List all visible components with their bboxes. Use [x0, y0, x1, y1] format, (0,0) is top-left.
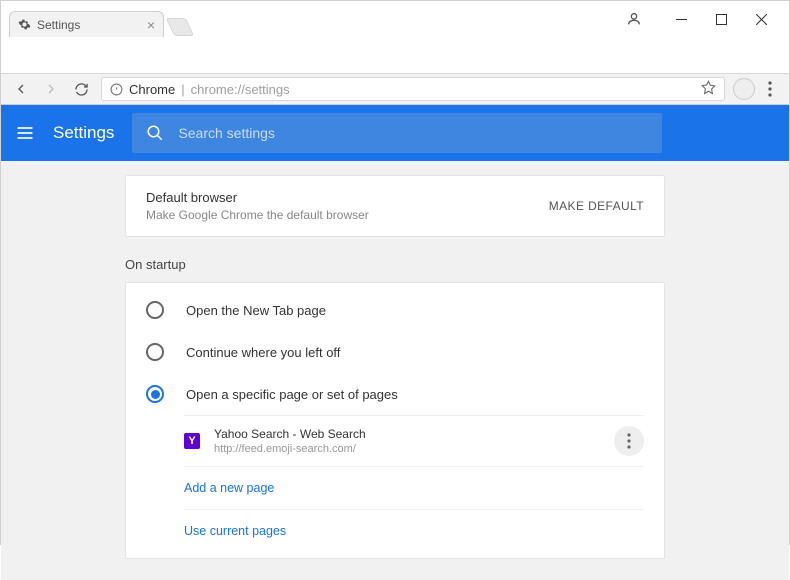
make-default-button[interactable]: MAKE DEFAULT [549, 199, 644, 213]
add-new-page-link[interactable]: Add a new page [184, 467, 644, 510]
gear-icon [18, 18, 31, 31]
radio-selected-icon [146, 385, 164, 403]
startup-option-specific[interactable]: Open a specific page or set of pages [126, 373, 664, 415]
tab-close-icon[interactable]: × [147, 17, 155, 33]
startup-option-newtab[interactable]: Open the New Tab page [126, 289, 664, 331]
settings-content[interactable]: Default browser Make Google Chrome the d… [1, 161, 789, 580]
hamburger-menu-icon[interactable] [15, 123, 35, 143]
tab-title: Settings [37, 18, 80, 32]
back-button[interactable] [7, 75, 35, 103]
startup-page-title: Yahoo Search - Web Search [214, 427, 366, 441]
settings-search-box[interactable] [132, 113, 662, 153]
minimize-button[interactable] [661, 5, 701, 33]
on-startup-card: Open the New Tab page Continue where you… [125, 282, 665, 559]
profile-avatar-button[interactable] [733, 78, 755, 100]
radio-unselected-icon [146, 301, 164, 319]
tab-strip: Settings × [9, 11, 190, 37]
option-label: Open the New Tab page [186, 303, 326, 318]
address-bar[interactable]: Chrome | chrome://settings [101, 77, 725, 101]
toolbar: Chrome | chrome://settings [1, 73, 789, 105]
startup-page-row: Yahoo Search - Web Search http://feed.em… [184, 415, 644, 467]
bookmark-star-icon[interactable] [701, 80, 716, 98]
browser-menu-button[interactable] [757, 81, 783, 97]
default-browser-subtitle: Make Google Chrome the default browser [146, 208, 369, 222]
page-more-button[interactable] [614, 426, 644, 456]
settings-header: Settings [1, 105, 789, 161]
reload-button[interactable] [67, 75, 95, 103]
page-title: Settings [53, 123, 114, 143]
new-tab-button[interactable] [166, 18, 194, 36]
use-current-pages-link[interactable]: Use current pages [184, 510, 644, 552]
address-host: Chrome [129, 82, 175, 97]
maximize-button[interactable] [701, 5, 741, 33]
yahoo-favicon-icon [184, 433, 200, 449]
startup-page-url: http://feed.emoji-search.com/ [214, 443, 366, 455]
default-browser-card: Default browser Make Google Chrome the d… [125, 175, 665, 237]
on-startup-label: On startup [125, 257, 665, 272]
forward-button[interactable] [37, 75, 65, 103]
address-path: chrome://settings [191, 82, 290, 97]
user-account-icon[interactable] [614, 5, 654, 33]
site-info-icon[interactable] [110, 83, 123, 96]
browser-tab-settings[interactable]: Settings × [9, 11, 164, 37]
default-browser-title: Default browser [146, 190, 369, 205]
search-icon [146, 124, 164, 142]
settings-search-input[interactable] [178, 125, 648, 141]
option-label: Open a specific page or set of pages [186, 387, 398, 402]
startup-option-continue[interactable]: Continue where you left off [126, 331, 664, 373]
close-button[interactable] [741, 5, 781, 33]
option-label: Continue where you left off [186, 345, 340, 360]
radio-unselected-icon [146, 343, 164, 361]
